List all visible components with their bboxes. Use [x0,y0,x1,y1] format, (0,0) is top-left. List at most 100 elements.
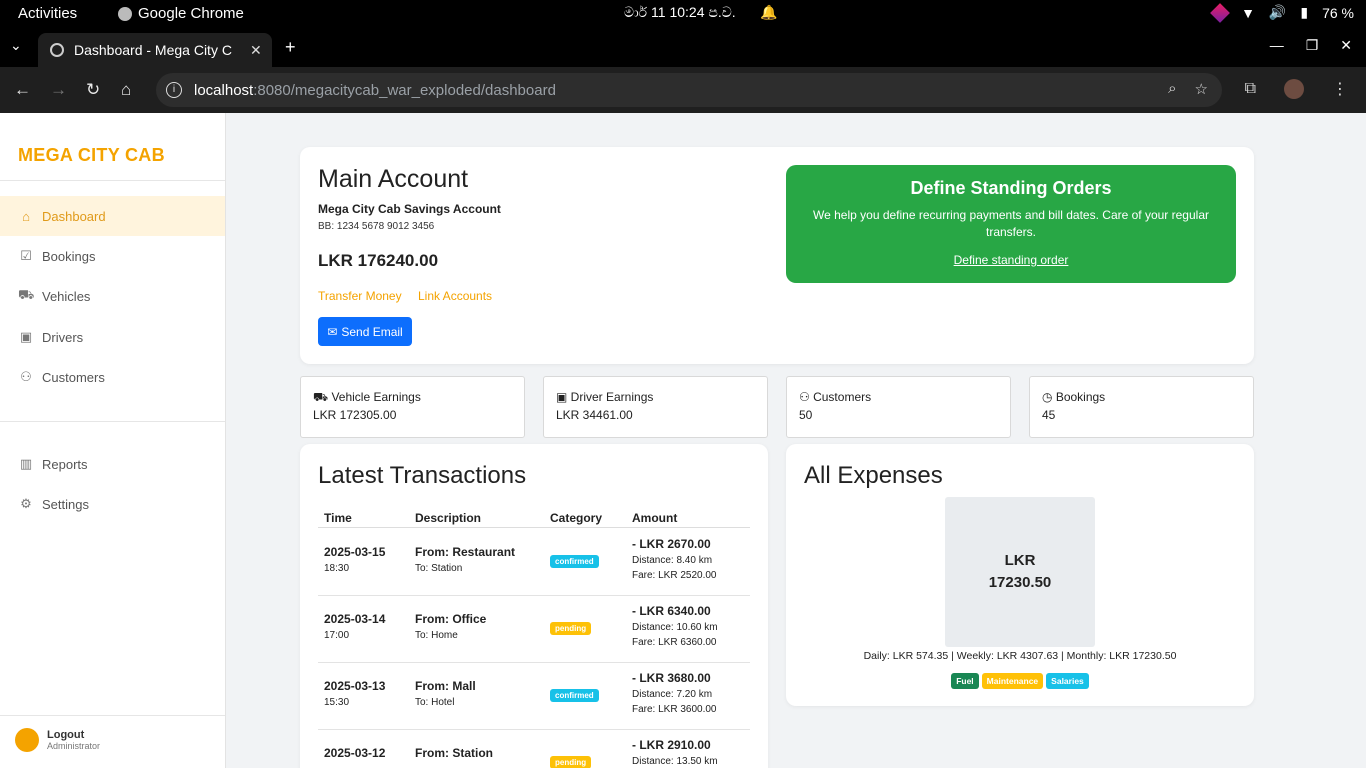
row-from: From: Office [415,612,487,626]
row-amount: - LKR 2910.00 [632,738,711,752]
system-tray[interactable]: ▼ 🔊 ▮ 76 % [1210,2,1354,23]
row-to: To: Station [415,563,463,574]
divider [0,715,225,716]
clock[interactable]: මාර් 11 10:24 ප.ව. [624,4,736,21]
row-distance: Distance: 10.60 km [632,622,718,633]
transactions-title: Latest Transactions [318,462,527,489]
home-icon: ⌂ [22,208,30,224]
stat-value: 50 [799,408,813,422]
status-badge: pending [550,622,592,635]
tab-search-chevron-icon[interactable]: ⌄ [10,37,22,54]
tag-maintenance: Maintenance [981,673,1044,689]
sidebar-item-label: Customers [42,369,105,385]
logout-link[interactable]: Logout [47,729,100,741]
battery-icon: ▮ [1300,4,1309,20]
forward-icon[interactable]: → [50,80,67,100]
status-badge: confirmed [550,689,599,702]
row-date: 2025-03-15 [324,545,386,559]
tag-salaries: Salaries [1046,673,1089,689]
latest-transactions-card: Latest Transactions Time Description Cat… [300,444,768,768]
minimize-icon[interactable]: — [1270,37,1284,54]
sidebar-item-reports[interactable]: ▥ Reports [0,444,225,484]
app-menu[interactable]: Google Chrome [118,5,244,22]
row-time: 17:00 [324,630,350,641]
bookmark-star-icon[interactable]: ☆ [1195,80,1208,98]
stat-label: Driver Earnings [570,390,654,404]
row-from: From: Mall [415,679,476,693]
car-icon: ⛟ [313,390,332,404]
close-window-icon[interactable]: ✕ [1340,37,1352,54]
sidebar-item-label: Reports [42,456,88,472]
app-indicator-icon[interactable] [1210,2,1230,23]
stat-label: Vehicle Earnings [331,390,421,404]
sidebar-item-label: Dashboard [42,208,106,224]
volume-icon: 🔊 [1268,4,1287,20]
tag-fuel: Fuel [951,673,979,689]
stat-card-customers: ⚇ Customers 50 [786,376,1011,438]
profile-avatar[interactable] [1284,79,1304,99]
row-amount: - LKR 6340.00 [632,604,711,618]
browser-tab[interactable]: Dashboard - Mega City C ✕ [38,33,272,67]
sidebar-item-bookings[interactable]: ☑ Bookings [0,236,225,276]
transfer-money-link[interactable]: Transfer Money [318,289,402,303]
zoom-icon[interactable]: ⌕ [1168,80,1176,98]
row-distance: Distance: 8.40 km [632,555,713,566]
main-account-card: Main Account Mega City Cab Savings Accou… [300,147,1254,364]
expenses-summary: Daily: LKR 574.35 | Weekly: LKR 4307.63 … [863,650,1177,662]
table-row[interactable]: 2025-03-13 15:30 From: Mall To: Hotel conf… [318,663,750,730]
account-name: Mega City Cab Savings Account [318,202,501,216]
close-tab-icon[interactable]: ✕ [250,42,262,59]
activities-button[interactable]: Activities [18,5,77,22]
sidebar-item-label: Vehicles [42,288,91,304]
reload-icon[interactable]: ↻ [86,80,100,100]
address-bar[interactable]: i localhost:8080/megacitycab_war_explode… [156,73,1222,107]
sidebar-item-vehicles[interactable]: ⛟ Vehicles [0,276,225,316]
home-icon[interactable]: ⌂ [121,80,131,100]
row-time: 15:30 [324,697,350,708]
envelope-icon: ✉ [327,324,338,339]
row-from: From: Restaurant [415,545,516,559]
table-row[interactable]: 2025-03-14 17:00 From: Office To: Home pen… [318,596,750,663]
stat-card-vehicle-earnings: ⛟ Vehicle Earnings LKR 172305.00 [300,376,525,438]
define-standing-order-link[interactable]: Define standing order [786,253,1236,267]
sidebar-item-label: Bookings [42,248,96,264]
maximize-icon[interactable]: ❐ [1306,37,1319,54]
expenses-title: All Expenses [804,462,943,489]
table-row[interactable]: 2025-03-12 From: Station pending - LKR 2… [318,730,750,768]
url-path: :8080/megacitycab_war_exploded/dashboard [253,81,556,99]
row-distance: Distance: 7.20 km [632,689,713,700]
chrome-icon [118,6,132,21]
sidebar-item-customers[interactable]: ⚇ Customers [0,357,225,397]
send-email-button[interactable]: ✉ Send Email [318,317,412,346]
user-role: Administrator [47,741,101,751]
table-row[interactable]: 2025-03-15 18:30 From: Restaurant To: Stat… [318,529,750,596]
row-time: 18:30 [324,563,350,574]
expenses-total-box: LKR 17230.50 [945,497,1095,647]
extensions-icon[interactable]: ⧉ [1245,80,1256,98]
row-date: 2025-03-13 [324,679,386,693]
row-to: To: Hotel [415,697,455,708]
user-profile[interactable]: Logout Administrator [15,728,100,752]
main-account-title: Main Account [318,165,469,193]
site-info-icon[interactable]: i [166,82,182,98]
globe-icon [50,43,64,57]
sidebar-item-drivers[interactable]: ▣ Drivers [0,317,225,357]
send-email-label: Send Email [341,324,403,339]
link-accounts-link[interactable]: Link Accounts [418,289,492,303]
stat-label: Customers [813,390,872,404]
stat-card-driver-earnings: ▣ Driver Earnings LKR 34461.00 [543,376,768,438]
brand-logo[interactable]: MEGA CITY CAB [18,145,165,166]
new-tab-button[interactable]: + [285,37,296,58]
sidebar-item-settings[interactable]: ⚙ Settings [0,484,225,524]
row-amount: - LKR 2670.00 [632,537,711,551]
divider [0,421,225,422]
row-amount: - LKR 3680.00 [632,671,711,685]
expenses-total-currency: LKR [1004,552,1036,569]
bell-icon[interactable]: 🔔 [760,4,777,21]
back-icon[interactable]: ← [14,80,31,100]
calendar-check-icon: ☑ [20,248,32,263]
more-menu-icon[interactable]: ⋮ [1332,79,1348,99]
url-host: localhost [194,81,254,99]
sidebar-item-dashboard[interactable]: ⌂ Dashboard [0,196,225,236]
standing-orders-title: Define Standing Orders [910,178,1112,198]
